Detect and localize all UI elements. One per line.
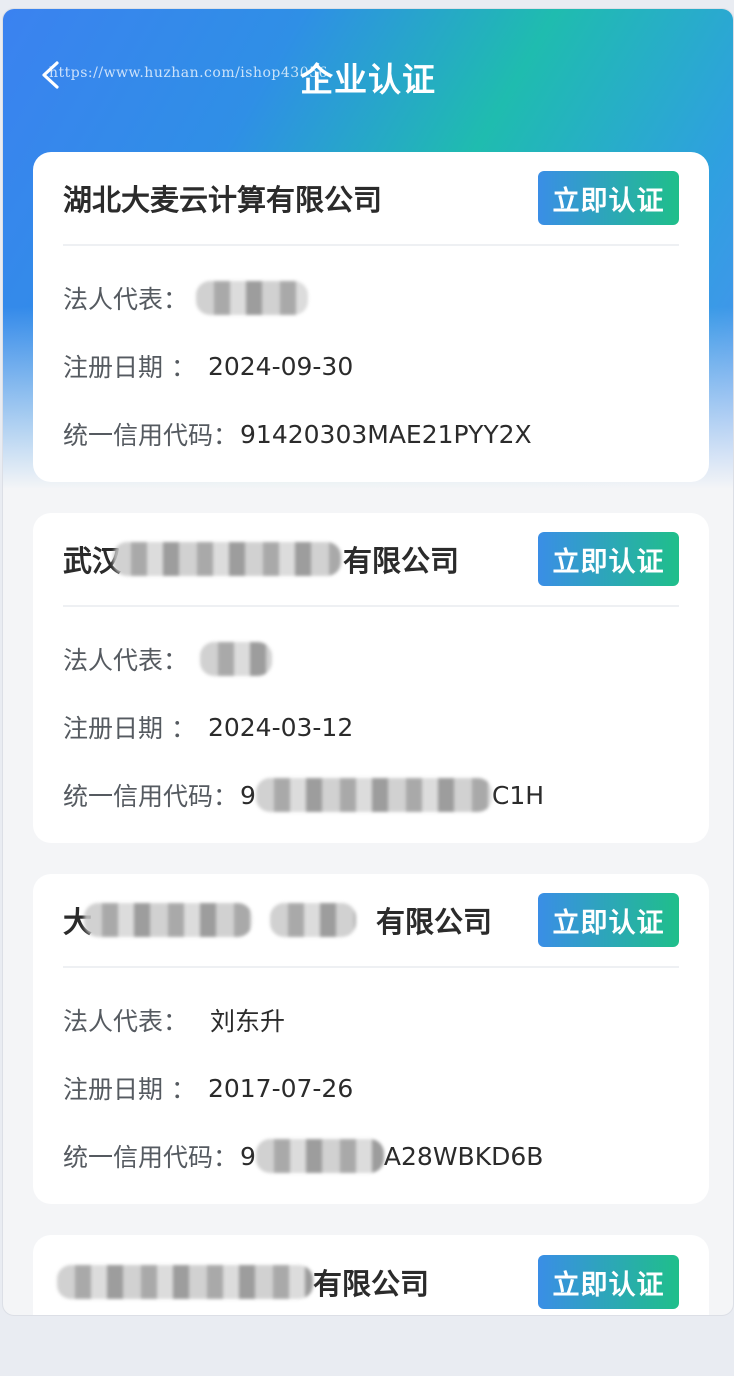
company-name: 有限公司 bbox=[57, 1261, 430, 1303]
company-name: 湖北大麦云计算有限公司 bbox=[63, 177, 382, 219]
company-details: 法人代表： 注册日期 ： 2024-09-30 统一信用代码： 91420303… bbox=[63, 246, 679, 468]
reg-date-label: 注册日期 ： bbox=[63, 1075, 196, 1104]
credit-code-row: 统一信用代码： 91420303MAE21PYY2X bbox=[63, 400, 679, 468]
company-details: 法人代表： 刘东升 注册日期 ： 2017-07-26 统一信用代码： 9 A2… bbox=[63, 968, 679, 1190]
redacted-credit-code bbox=[255, 778, 492, 812]
credit-code-prefix: 9 bbox=[240, 780, 256, 810]
credit-code-label: 统一信用代码： bbox=[63, 782, 239, 811]
company-name-suffix: 有限公司 bbox=[376, 905, 493, 939]
company-name: 武汉 有限公司 bbox=[63, 538, 459, 580]
bottom-bar bbox=[0, 1320, 734, 1376]
reg-date-row: 注册日期 ： 2017-07-26 bbox=[63, 1054, 679, 1122]
credit-code-label: 统一信用代码： bbox=[63, 421, 239, 450]
company-details: 法人代表： 注册日期 ： 2024-03-12 统一信用代码： 9 C1H bbox=[63, 607, 679, 829]
credit-code-suffix: C1H bbox=[491, 780, 545, 810]
reg-date-label: 注册日期 ： bbox=[63, 714, 196, 743]
legal-rep-row: 法人代表： bbox=[63, 264, 679, 332]
redacted-legal-rep bbox=[196, 281, 309, 315]
reg-date-row: 注册日期 ： 2024-09-30 bbox=[63, 332, 679, 400]
company-card: 武汉 有限公司 立即认证 法人代表： 注册日期 ： 2024-03-12 统一信… bbox=[33, 513, 709, 843]
reg-date-value: 2024-03-12 bbox=[207, 712, 354, 742]
company-card: 大 有限公司 立即认证 法人代表： 刘东升 注册日期 ： 2017-07-26 … bbox=[33, 874, 709, 1204]
credit-code-prefix: 9 bbox=[240, 1141, 256, 1171]
redacted-company-name bbox=[84, 903, 253, 937]
verify-button[interactable]: 立即认证 bbox=[538, 532, 679, 586]
legal-rep-label: 法人代表： bbox=[63, 285, 189, 314]
redacted-credit-code bbox=[255, 1139, 384, 1173]
reg-date-value: 2017-07-26 bbox=[207, 1073, 354, 1103]
redacted-company-name bbox=[113, 542, 342, 576]
reg-date-value: 2024-09-30 bbox=[207, 351, 354, 381]
company-name-suffix: 有限公司 bbox=[313, 1267, 430, 1301]
redacted-company-name bbox=[270, 903, 357, 937]
credit-code-row: 统一信用代码： 9 C1H bbox=[63, 761, 679, 829]
company-name-suffix: 有限公司 bbox=[343, 544, 460, 578]
company-name: 大 有限公司 bbox=[63, 899, 492, 941]
credit-code-label: 统一信用代码： bbox=[63, 1143, 239, 1172]
verify-button[interactable]: 立即认证 bbox=[538, 893, 679, 947]
legal-rep-label: 法人代表： bbox=[63, 1007, 189, 1036]
credit-code-row: 统一信用代码： 9 A28WBKD6B bbox=[63, 1122, 679, 1190]
credit-code-suffix: A28WBKD6B bbox=[383, 1141, 544, 1171]
card-header: 有限公司 立即认证 bbox=[57, 1235, 679, 1315]
company-name-text: 湖北大麦云计算有限公司 bbox=[63, 183, 383, 217]
legal-rep-value: 刘东升 bbox=[210, 1007, 286, 1036]
card-header: 大 有限公司 立即认证 bbox=[63, 874, 679, 968]
credit-code-value: 91420303MAE21PYY2X bbox=[240, 419, 532, 449]
phone-screen: https://www.huzhan.com/ishop43056 企业认证 湖… bbox=[2, 8, 734, 1316]
legal-rep-row: 法人代表： 刘东升 bbox=[63, 986, 679, 1054]
card-header: 湖北大麦云计算有限公司 立即认证 bbox=[63, 152, 679, 246]
legal-rep-row: 法人代表： bbox=[63, 625, 679, 693]
navbar: https://www.huzhan.com/ishop43056 企业认证 bbox=[3, 9, 733, 139]
reg-date-label: 注册日期 ： bbox=[63, 353, 196, 382]
card-header: 武汉 有限公司 立即认证 bbox=[63, 513, 679, 607]
company-card: 有限公司 立即认证 bbox=[33, 1235, 709, 1315]
verify-button[interactable]: 立即认证 bbox=[538, 171, 679, 225]
reg-date-row: 注册日期 ： 2024-03-12 bbox=[63, 693, 679, 761]
page-title: 企业认证 bbox=[300, 60, 436, 99]
redacted-company-name bbox=[57, 1265, 313, 1299]
company-card: 湖北大麦云计算有限公司 立即认证 法人代表： 注册日期 ： 2024-09-30… bbox=[33, 152, 709, 482]
redacted-legal-rep bbox=[200, 642, 273, 676]
legal-rep-label: 法人代表： bbox=[63, 646, 189, 675]
verify-button[interactable]: 立即认证 bbox=[538, 1255, 679, 1309]
